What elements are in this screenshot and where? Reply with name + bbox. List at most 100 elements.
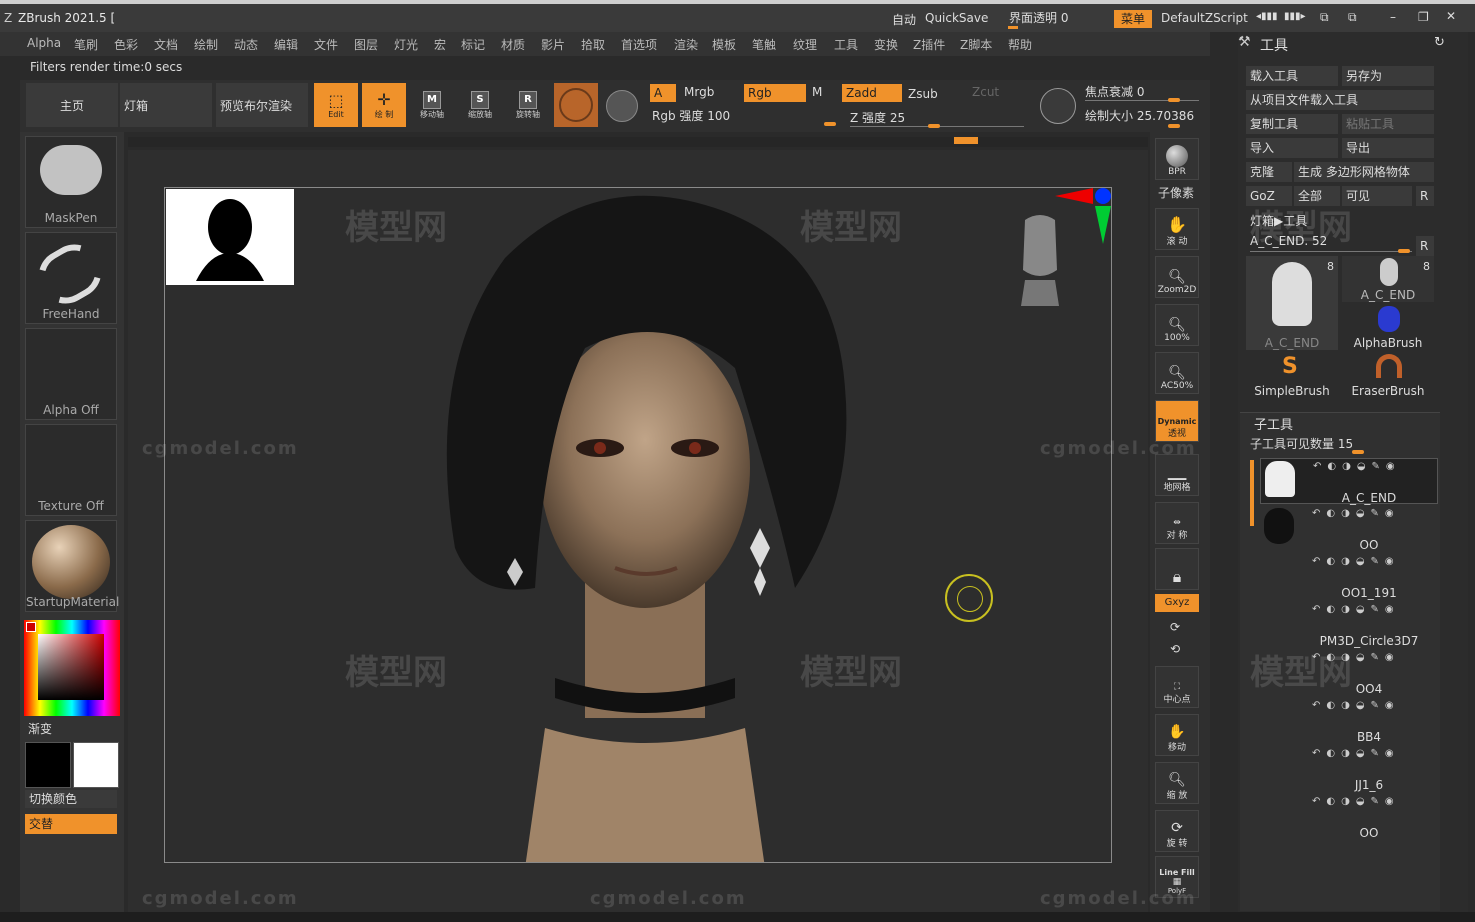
save-as-button[interactable]: 另存为 (1342, 66, 1434, 86)
load-tool-button[interactable]: 载入工具 (1246, 66, 1338, 86)
xyz-button[interactable]: Gxyz (1155, 594, 1199, 612)
menu-layer[interactable]: 图层 (354, 36, 378, 53)
move-view-button[interactable]: ✋ 移动 (1155, 714, 1199, 756)
subtool-toggles[interactable]: ↶◐◑◒✎◉ (1312, 748, 1442, 760)
rgb-intensity-slider[interactable]: Rgb 强度 100 (652, 107, 730, 124)
subtool-toggles[interactable]: ↶◐◑◒✎◉ (1312, 508, 1442, 520)
zoom-view-button[interactable]: 🔍︎ 缩 放 (1155, 762, 1199, 804)
color-picker[interactable] (24, 620, 120, 716)
menu-alpha[interactable]: Alpha (27, 36, 61, 50)
ui-transparency-slider[interactable]: 界面透明 0 (1009, 9, 1104, 26)
subtool-toggles[interactable]: ↶◐◑◒✎◉ (1312, 556, 1442, 568)
clone-button[interactable]: 克隆 (1246, 162, 1292, 182)
subtool-toggles[interactable]: ↶◐◑◒✎◉ (1312, 700, 1442, 712)
secondary-color-swatch[interactable] (73, 742, 119, 788)
menu-file[interactable]: 文件 (314, 36, 338, 53)
ui-transparency-knob[interactable] (1008, 26, 1018, 29)
quicksave-button[interactable]: QuickSave (925, 11, 988, 25)
menu-document[interactable]: 文档 (154, 36, 178, 53)
subtool-row[interactable]: ↶◐◑◒✎◉ A_C_END (1260, 458, 1438, 505)
zadd-toggle[interactable]: Zadd (842, 84, 902, 102)
material-ball-button[interactable] (554, 83, 598, 127)
head-model[interactable] (415, 187, 875, 863)
zoom2d-button[interactable]: 🔍︎ Zoom2D (1155, 256, 1199, 298)
primary-color-swatch[interactable] (25, 742, 71, 788)
menu-macro[interactable]: 宏 (434, 36, 446, 53)
move-gizmo-button[interactable]: M 移动轴 (412, 85, 452, 125)
scroll-handle[interactable] (954, 137, 978, 144)
zcut-toggle[interactable]: Zcut (972, 85, 999, 99)
menu-stencil[interactable]: 模板 (712, 36, 736, 53)
subtool-toggles[interactable]: ↶◐◑◒✎◉ (1313, 461, 1443, 473)
subtool-header[interactable]: 子工具 (1254, 414, 1293, 433)
menu-button[interactable]: 菜单 (1114, 10, 1152, 28)
subtool-row[interactable]: ↶◐◑◒✎◉ OO (1260, 506, 1438, 552)
menu-picker[interactable]: 拾取 (581, 36, 605, 53)
gradient-label[interactable]: 渐变 (28, 720, 52, 737)
material-thumbnail[interactable]: StartupMaterial (25, 520, 119, 612)
r2-button[interactable]: R (1416, 236, 1434, 256)
visible-button[interactable]: 可见 (1342, 186, 1412, 206)
subtool-row[interactable]: ↶◐◑◒✎◉ OO1_191 (1260, 554, 1438, 600)
default-zscript-button[interactable]: DefaultZScript (1161, 11, 1248, 25)
rgb-intensity-knob[interactable] (824, 122, 836, 126)
yin-yang-icon[interactable] (606, 90, 638, 122)
zsub-toggle[interactable]: Zsub (908, 87, 938, 101)
minimize-icon[interactable]: – (1390, 10, 1396, 24)
local-button[interactable]: 🔒︎ (1155, 548, 1199, 590)
layout-icon[interactable]: ⧉ (1320, 10, 1329, 25)
lazy-mouse-icon[interactable] (1040, 88, 1076, 124)
copy-tool-button[interactable]: 复制工具 (1246, 114, 1338, 134)
rotate-view-button[interactable]: ⟳ 旋 转 (1155, 810, 1199, 852)
draw-button[interactable]: ✛ 绘 制 (362, 83, 406, 127)
paste-tool-button[interactable]: 粘贴工具 (1342, 114, 1434, 134)
switch-color-button[interactable]: 切换颜色 (25, 790, 117, 808)
tool-thumb-alphabrush[interactable]: AlphaBrush (1342, 304, 1434, 350)
stroke-thumbnail[interactable]: FreeHand (25, 232, 117, 324)
load-from-project-button[interactable]: 从项目文件载入工具 (1246, 90, 1434, 110)
menu-layout2-icon[interactable]: ▮▮▮▸ (1284, 11, 1306, 22)
scale-gizmo-button[interactable]: S 缩放轴 (460, 85, 500, 125)
actual-size-button[interactable]: 🔍︎ 100% (1155, 304, 1199, 346)
rotate-gizmo-button[interactable]: R 旋转轴 (508, 85, 548, 125)
menu-layout-icon[interactable]: ◂▮▮▮ (1256, 11, 1278, 22)
export-button[interactable]: 导出 (1342, 138, 1434, 158)
mrgb-toggle[interactable]: Mrgb (684, 85, 714, 99)
floor-button[interactable]: ▁▁ 地网格 (1155, 454, 1199, 496)
tool-thumb-a-c-end[interactable]: 8 A_C_END (1246, 256, 1338, 350)
menu-transform[interactable]: 变换 (874, 36, 898, 53)
lightbox-button[interactable]: 灯箱 (120, 83, 212, 127)
a-toggle[interactable]: A (650, 84, 676, 102)
subtool-scrollbar[interactable] (1250, 460, 1254, 526)
menu-tool[interactable]: 工具 (834, 36, 858, 53)
subpixel-label[interactable]: 子像素 (1158, 184, 1194, 201)
alternate-button[interactable]: 交替 (25, 814, 117, 834)
menu-texture[interactable]: 纹理 (793, 36, 817, 53)
subtool-row[interactable]: ↶◐◑◒✎◉ BB4 (1260, 698, 1438, 744)
draw-size-slider[interactable]: 绘制大小 25.70386 (1085, 107, 1194, 124)
frame-button[interactable]: ⛶ 中心点 (1155, 666, 1199, 708)
menu-color[interactable]: 色彩 (114, 36, 138, 53)
preview-bpr-button[interactable]: 预览布尔渲染 (216, 83, 308, 127)
color-square[interactable] (38, 634, 104, 700)
tool-panel-title[interactable]: 工具 (1260, 35, 1288, 55)
menu-light[interactable]: 灯光 (394, 36, 418, 53)
subtool-toggles[interactable]: ↶◐◑◒✎◉ (1312, 604, 1442, 616)
menu-zplugin[interactable]: Z插件 (913, 36, 945, 53)
menu-edit[interactable]: 编辑 (274, 36, 298, 53)
bpr-button[interactable]: BPR (1155, 138, 1199, 180)
menu-brush[interactable]: 笔刷 (74, 36, 98, 53)
import-button[interactable]: 导入 (1246, 138, 1338, 158)
menu-material[interactable]: 材质 (501, 36, 525, 53)
subtool-row[interactable]: ↶◐◑◒✎◉ OO (1260, 794, 1438, 840)
subtool-visible-knob[interactable] (1352, 450, 1364, 454)
tool-thumb-simplebrush[interactable]: S SimpleBrush (1246, 352, 1338, 398)
document-canvas[interactable] (164, 187, 1112, 863)
menu-movie[interactable]: 影片 (541, 36, 565, 53)
menu-help[interactable]: 帮助 (1008, 36, 1032, 53)
orientation-head-icon[interactable] (1015, 210, 1065, 310)
layout-swap-icon[interactable]: ⧉ (1348, 10, 1357, 25)
symmetry-button[interactable]: ⇹ 对 称 (1155, 502, 1199, 544)
rotate-z-icon[interactable]: ⟲ (1170, 642, 1180, 656)
menu-zscript[interactable]: Z脚本 (960, 36, 992, 53)
